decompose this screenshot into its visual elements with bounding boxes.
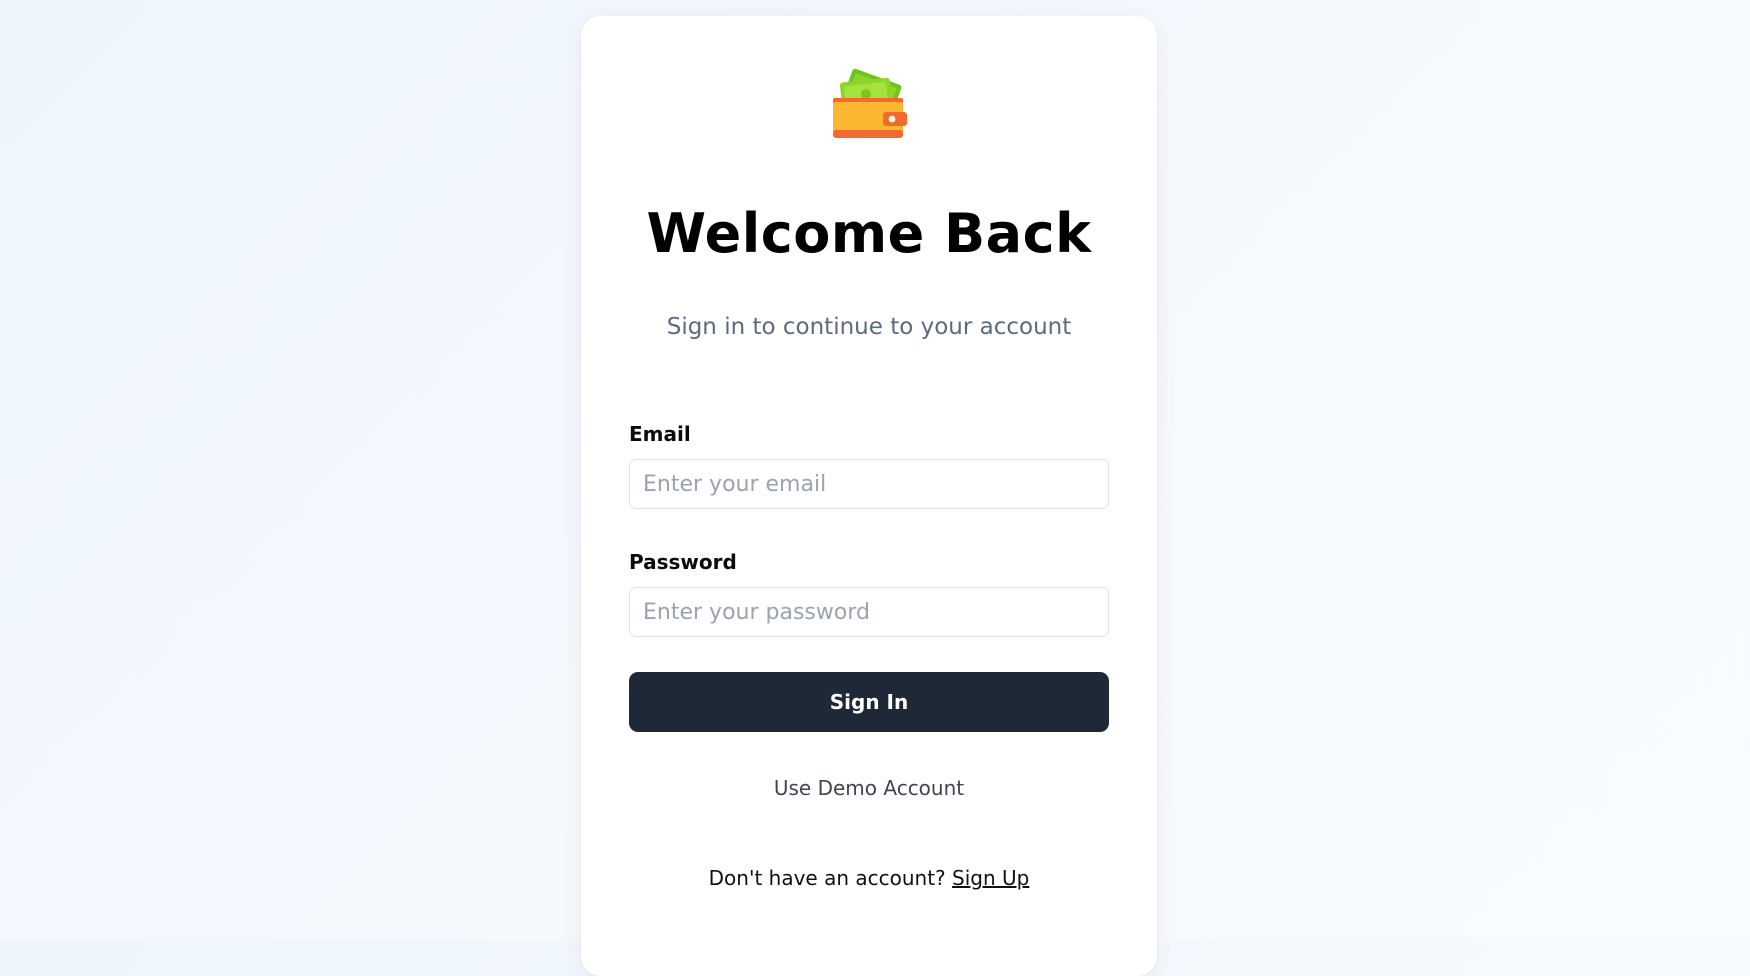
email-field[interactable] <box>629 459 1109 509</box>
sign-in-button[interactable]: Sign In <box>629 672 1109 732</box>
password-label: Password <box>629 550 737 574</box>
login-card: Welcome Back Sign in to continue to your… <box>581 16 1157 976</box>
signup-prompt: Don't have an account? Sign Up <box>581 866 1157 890</box>
page-title: Welcome Back <box>646 202 1092 265</box>
email-label: Email <box>629 422 691 446</box>
wallet-icon <box>833 68 907 138</box>
page-subtitle: Sign in to continue to your account <box>666 314 1072 340</box>
signup-prompt-text: Don't have an account? <box>708 866 953 890</box>
password-field[interactable] <box>629 587 1109 637</box>
use-demo-account-button[interactable]: Use Demo Account <box>581 776 1157 800</box>
sign-up-link[interactable]: Sign Up <box>952 866 1029 890</box>
